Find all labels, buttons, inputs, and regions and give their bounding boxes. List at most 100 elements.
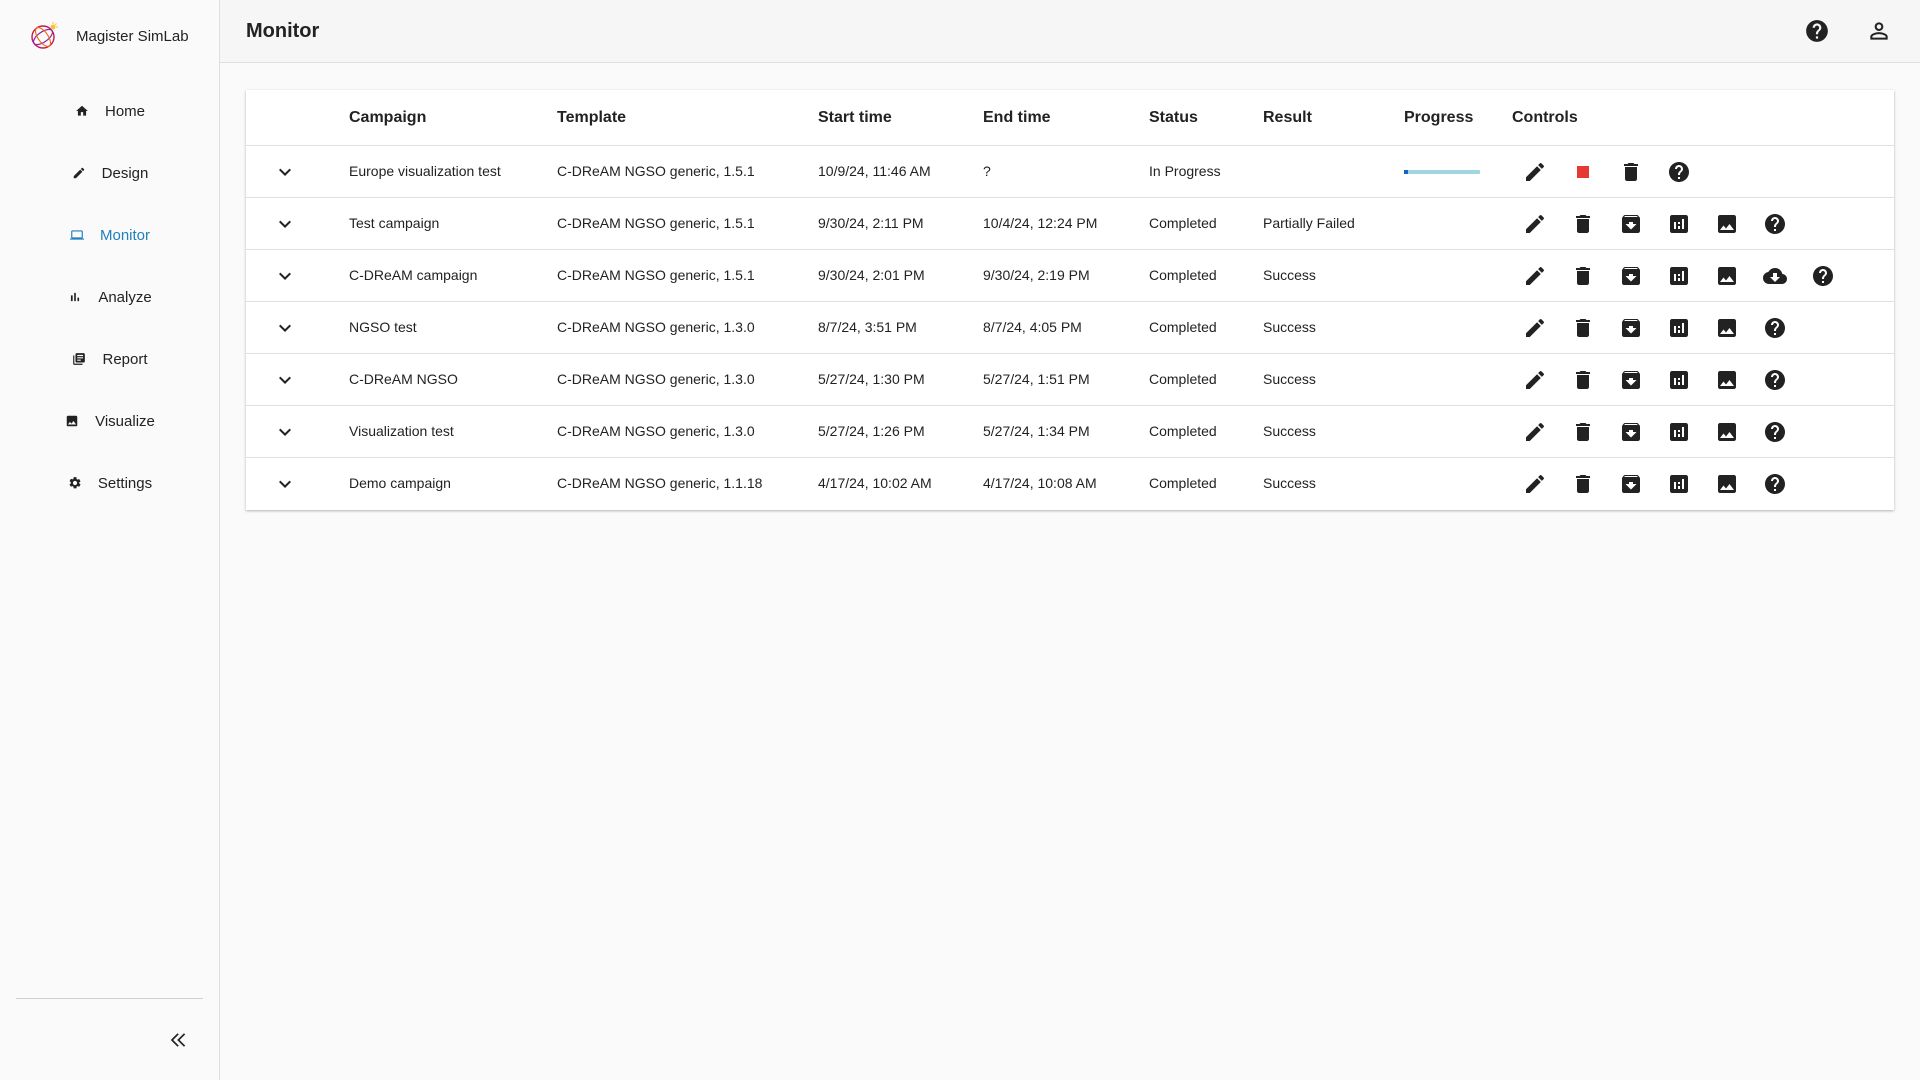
stop-button[interactable] <box>1570 159 1596 185</box>
expand-row-button[interactable] <box>273 212 297 236</box>
column-header-end-time[interactable]: End time <box>983 109 1051 127</box>
column-header-progress[interactable]: Progress <box>1404 109 1473 127</box>
delete-button[interactable] <box>1570 367 1596 393</box>
analytics-icon <box>1670 319 1688 337</box>
campaign-table: Campaign Template Start time End time St… <box>246 90 1894 510</box>
help-button[interactable] <box>1762 315 1788 341</box>
visualize-button[interactable] <box>1714 211 1740 237</box>
edit-icon <box>1526 162 1545 181</box>
sidebar-item-analyze[interactable]: Analyze <box>0 266 220 328</box>
expand-row-button[interactable] <box>273 160 297 184</box>
analytics-icon <box>1670 267 1688 285</box>
start-time: 9/30/24, 2:01 PM <box>818 267 925 283</box>
edit-button[interactable] <box>1522 315 1548 341</box>
delete-icon <box>1576 215 1590 233</box>
help-button[interactable] <box>1810 263 1836 289</box>
edit-button[interactable] <box>1522 159 1548 185</box>
sidebar-divider <box>16 998 203 999</box>
sidebar-item-label: Monitor <box>99 226 151 244</box>
sidebar-item-label: Analyze <box>98 288 152 306</box>
bar-chart-icon <box>68 290 82 304</box>
image-icon <box>1718 267 1736 285</box>
sidebar-item-design[interactable]: Design <box>0 142 220 204</box>
edit-icon <box>1526 422 1545 441</box>
expand-row-button[interactable] <box>273 264 297 288</box>
help-button[interactable] <box>1666 159 1692 185</box>
table-body: Europe visualization test C-DReAM NGSO ge… <box>246 146 1894 510</box>
expand-row-button[interactable] <box>273 316 297 340</box>
delete-button[interactable] <box>1570 419 1596 445</box>
pencil-icon <box>72 166 86 180</box>
column-header-template[interactable]: Template <box>557 109 626 127</box>
help-button[interactable] <box>1762 471 1788 497</box>
campaign-name: Europe visualization test <box>349 163 501 179</box>
table-row: Test campaign C-DReAM NGSO generic, 1.5.1… <box>246 198 1894 250</box>
archive-button[interactable] <box>1618 419 1644 445</box>
analyze-button[interactable] <box>1666 367 1692 393</box>
edit-button[interactable] <box>1522 263 1548 289</box>
sidebar-item-label: Visualize <box>95 412 155 430</box>
row-controls <box>1522 367 1810 393</box>
column-header-result[interactable]: Result <box>1263 109 1312 127</box>
visualize-button[interactable] <box>1714 471 1740 497</box>
sidebar-item-monitor[interactable]: Monitor <box>0 204 220 266</box>
visualize-button[interactable] <box>1714 419 1740 445</box>
report-icon <box>72 352 86 366</box>
edit-button[interactable] <box>1522 471 1548 497</box>
sidebar-item-label: Report <box>102 350 148 368</box>
help-button[interactable] <box>1762 419 1788 445</box>
start-time: 10/9/24, 11:46 AM <box>818 163 931 179</box>
archive-button[interactable] <box>1618 367 1644 393</box>
archive-button[interactable] <box>1618 315 1644 341</box>
edit-button[interactable] <box>1522 211 1548 237</box>
sidebar-item-report[interactable]: Report <box>0 328 220 390</box>
delete-button[interactable] <box>1570 211 1596 237</box>
help-button[interactable] <box>1804 18 1830 44</box>
analyze-button[interactable] <box>1666 263 1692 289</box>
column-header-controls: Controls <box>1512 109 1578 126</box>
archive-button[interactable] <box>1618 471 1644 497</box>
expand-row-button[interactable] <box>273 368 297 392</box>
delete-button[interactable] <box>1570 263 1596 289</box>
start-time: 4/17/24, 10:02 AM <box>818 475 932 491</box>
analyze-button[interactable] <box>1666 315 1692 341</box>
monitor-icon <box>69 228 84 242</box>
edit-button[interactable] <box>1522 367 1548 393</box>
analyze-button[interactable] <box>1666 471 1692 497</box>
start-time: 9/30/24, 2:11 PM <box>818 215 924 231</box>
sidebar-item-settings[interactable]: Settings <box>0 452 220 514</box>
column-header-start-time[interactable]: Start time <box>818 109 892 127</box>
analyze-button[interactable] <box>1666 419 1692 445</box>
visualize-button[interactable] <box>1714 263 1740 289</box>
sidebar-item-visualize[interactable]: Visualize <box>0 390 220 452</box>
collapse-sidebar-button[interactable] <box>165 1026 193 1054</box>
sidebar: Magister SimLab Home Design Monitor Anal… <box>0 0 220 1080</box>
archive-button[interactable] <box>1618 211 1644 237</box>
account-button[interactable] <box>1866 18 1892 44</box>
expand-row-button[interactable] <box>273 420 297 444</box>
column-header-campaign[interactable]: Campaign <box>349 109 426 127</box>
help-button[interactable] <box>1762 367 1788 393</box>
download-button[interactable] <box>1762 263 1788 289</box>
visualize-button[interactable] <box>1714 315 1740 341</box>
status-text: Completed <box>1149 371 1217 387</box>
expand-row-button[interactable] <box>273 472 297 496</box>
help-button[interactable] <box>1762 211 1788 237</box>
edit-button[interactable] <box>1522 419 1548 445</box>
brand[interactable]: Magister SimLab <box>28 18 189 54</box>
archive-button[interactable] <box>1618 263 1644 289</box>
delete-button[interactable] <box>1570 471 1596 497</box>
visualize-button[interactable] <box>1714 367 1740 393</box>
campaign-name: Visualization test <box>349 423 454 439</box>
app-logo-icon <box>31 22 58 49</box>
end-time: 4/17/24, 10:08 AM <box>983 475 1097 491</box>
edit-icon <box>1526 318 1545 337</box>
column-header-status[interactable]: Status <box>1149 109 1198 127</box>
image-icon <box>1718 215 1736 233</box>
template-name: C-DReAM NGSO generic, 1.3.0 <box>557 423 755 439</box>
delete-button[interactable] <box>1570 315 1596 341</box>
sidebar-nav: Home Design Monitor Analyze Report Visua… <box>0 80 220 514</box>
sidebar-item-home[interactable]: Home <box>0 80 220 142</box>
analyze-button[interactable] <box>1666 211 1692 237</box>
delete-button[interactable] <box>1618 159 1644 185</box>
